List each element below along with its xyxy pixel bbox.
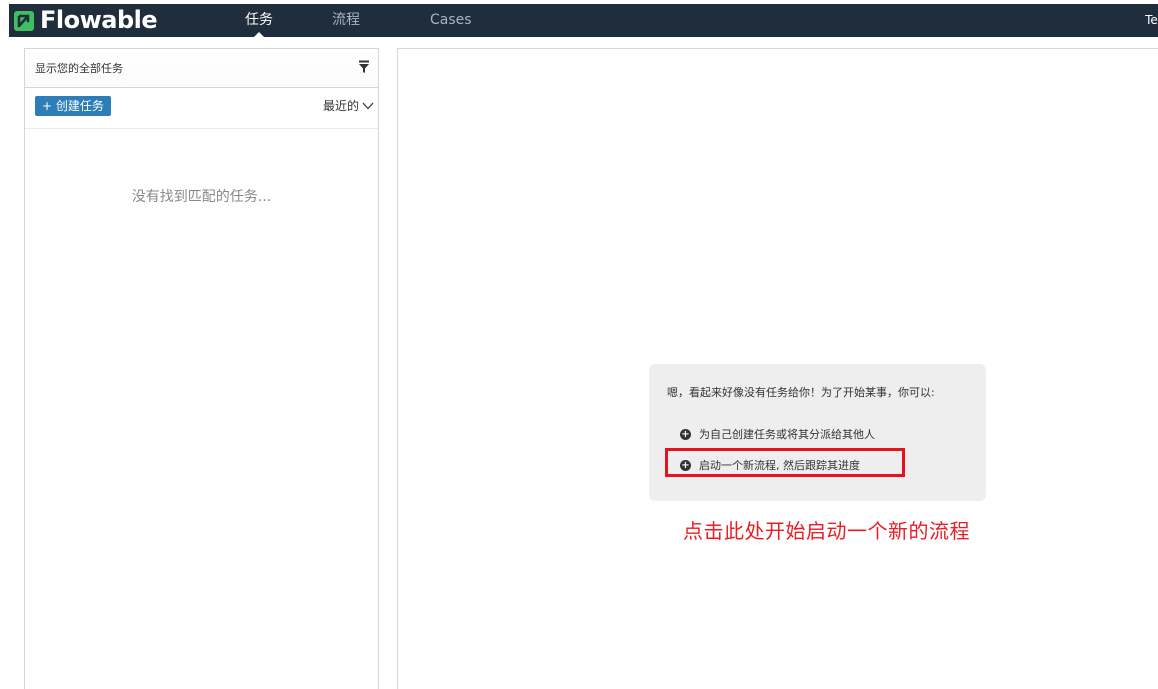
- task-list-panel: 显示您的全部任务 + 创建任务 最近的 没有找到匹配的任务...: [24, 48, 379, 689]
- create-task-option-label: 为自己创建任务或将其分派给其他人: [699, 428, 875, 441]
- tab-processes-label: 流程: [332, 12, 360, 28]
- empty-task-message: 没有找到匹配的任务...: [131, 189, 272, 205]
- sort-dropdown[interactable]: 最近的: [323, 97, 374, 114]
- flowable-logo[interactable]: Flowable: [13, 6, 158, 34]
- user-menu[interactable]: Tes: [1145, 4, 1158, 37]
- filter-icon[interactable]: [358, 60, 370, 74]
- sort-label: 最近的: [322, 99, 359, 113]
- tab-processes[interactable]: 流程: [332, 4, 360, 37]
- task-filter-bar[interactable]: 显示您的全部任务: [25, 49, 378, 88]
- tab-tasks-label: 任务: [245, 12, 273, 28]
- active-tab-caret: [253, 32, 265, 37]
- tab-cases[interactable]: Cases: [430, 4, 472, 37]
- help-intro: 嗯，看起来好像没有任务给你！为了开始某事，你可以:: [667, 386, 935, 399]
- tab-cases-label: Cases: [430, 12, 472, 28]
- logo-text: Flowable: [40, 6, 158, 34]
- highlight-rectangle: [665, 448, 905, 477]
- top-navbar: Flowable 任务 流程 Cases Tes: [9, 4, 1158, 37]
- no-task-help-box: 嗯，看起来好像没有任务给你！为了开始某事，你可以: + 为自己创建任务或将其分派…: [649, 364, 986, 501]
- annotation-text: 点击此处开始启动一个新的流程: [683, 519, 970, 543]
- create-task-button[interactable]: + 创建任务: [35, 96, 111, 116]
- create-task-option[interactable]: + 为自己创建任务或将其分派给其他人: [680, 426, 875, 442]
- plus-circle-icon: +: [680, 428, 691, 440]
- task-toolbar: + 创建任务 最近的: [25, 88, 378, 129]
- tab-tasks[interactable]: 任务: [245, 4, 273, 37]
- chevron-down-icon: [362, 102, 374, 109]
- filter-label: 显示您的全部任务: [35, 62, 123, 75]
- flowable-logo-icon: [14, 10, 34, 31]
